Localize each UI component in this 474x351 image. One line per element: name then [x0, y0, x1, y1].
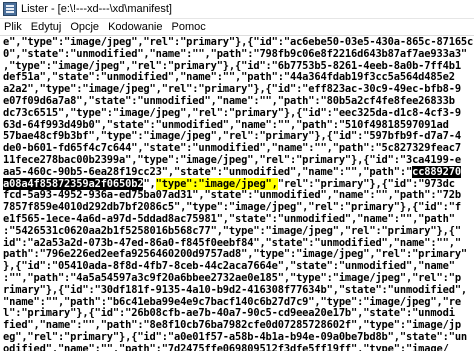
text-segment: rimary"},{"id":"30df181f-9135-4a10-b9d2-… [3, 283, 468, 296]
text-segment: a2a2","type":"image/jpeg","rel":"primary… [3, 83, 461, 96]
text-segment: },{"id":"05410ada-8f8d-4fb7-8ceb-44c2aca… [3, 260, 455, 273]
window-title: Lister - [e:\!---xd---\xd\manifest] [21, 3, 172, 15]
lister-app-icon [3, 2, 17, 16]
text-segment: e07f09d6a7a8","state":"unmodified","name… [3, 94, 455, 107]
text-segment: e1f565-1ece-4a6d-a97d-5ddad8ac75981","st… [3, 212, 455, 225]
menu-edytuj[interactable]: Edytuj [27, 19, 67, 35]
text-segment: 63d-64f993d49b0","state":"unmodified","n… [3, 118, 449, 131]
marked-text-highlight: "type":"image/jpeg", [155, 177, 278, 190]
menu-plik[interactable]: Plik [0, 19, 27, 35]
text-segment: 0","state":"unmodified","name":"","path"… [3, 47, 468, 60]
text-segment: fcd-5a93-4952-936a-ed75ba07ad31","state"… [3, 189, 461, 202]
text-segment: def51a","state":"unmodified","name":"","… [3, 71, 455, 84]
menu-kodowanie[interactable]: Kodowanie [104, 19, 167, 35]
menu-opcje[interactable]: Opcje [66, 19, 104, 35]
text-segment: eg","rel":"primary"},{"id":"a0e01f57-a58… [3, 330, 468, 343]
search-match-highlight: cc889270 [412, 165, 461, 178]
search-match-highlight: a08a4f85872359a2f0650b2 [3, 177, 144, 190]
text-segment: e","type":"image/jpeg","rel":"primary"},… [3, 37, 474, 48]
text-segment: ,"type":"image/jpeg","rel":"primary"},{"… [3, 59, 461, 72]
text-segment: :"","path":"4a5a54597a3c9f20a6bbee2732ae… [3, 271, 461, 284]
menu-bar: Plik Edytuj Opcje Kodowanie Pomoc [0, 19, 474, 36]
title-bar: Lister - [e:\!---xd---\xd\manifest] [0, 0, 474, 19]
text-segment: path":"796e226ed2eefa9256460200d9757ad8"… [3, 248, 468, 261]
text-segment: 11fece278bac00b2399a","type":"image/jpeg… [3, 153, 461, 166]
text-segment: "rel":"primary"},{"id":"973dc [277, 177, 455, 190]
text-line: odified","name":"","path":"7d2475ffe0698… [3, 342, 474, 351]
menu-pomoc[interactable]: Pomoc [168, 19, 211, 35]
text-segment: 57bae48cf9b3bf","type":"image/jpeg","rel… [3, 130, 461, 143]
text-segment: id":"a2a53a2d-073b-47ed-86a0-f845f0eebf8… [3, 236, 461, 249]
text-segment: de0-b601-fd65f4c7c644","state":"unmodifi… [3, 142, 461, 155]
text-segment: fied","name":"","path":"8e8f10cb76ba7982… [3, 319, 461, 332]
file-text: e","type":"image/jpeg","rel":"primary"},… [0, 37, 474, 351]
text-segment: l":"primary"},{"id":"26b08cfb-ae7b-40a7-… [3, 307, 455, 320]
file-content-view[interactable]: e","type":"image/jpeg","rel":"primary"},… [0, 37, 474, 351]
text-segment: "name":"","path":"b6c41eba99e4e9c7bacf14… [3, 295, 461, 308]
text-segment: :"5426531c0620aa2b1f5258016b568c77","typ… [3, 224, 461, 237]
text-segment: aa5-460c-90b5-6ea28f19cc23","state":"unm… [3, 165, 413, 178]
text-segment: 7857f859e4010d292db7bf2086c5","type":"im… [3, 201, 461, 214]
text-segment: ", [143, 177, 156, 190]
text-segment: dc73c6515","type":"image/jpeg","rel":"pr… [3, 106, 461, 119]
text-segment: odified","name":"","path":"7d2475ffe0698… [3, 342, 449, 351]
